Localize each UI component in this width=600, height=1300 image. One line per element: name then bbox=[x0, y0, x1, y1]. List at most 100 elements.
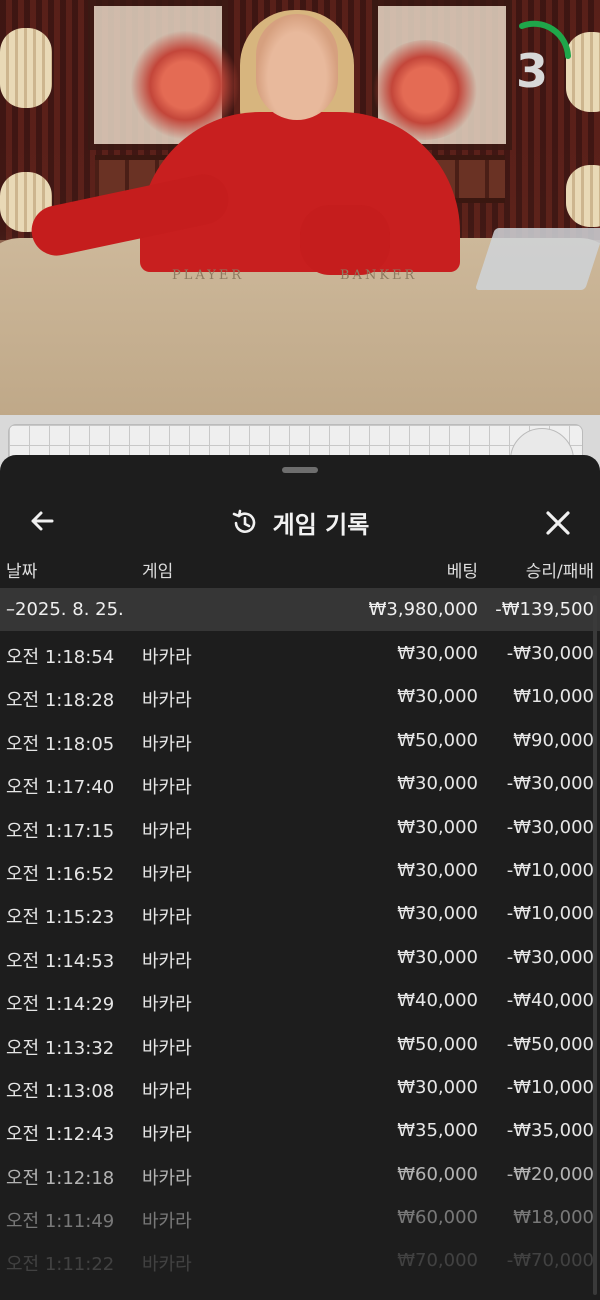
row-game: 바카라 bbox=[142, 863, 192, 885]
row-game: 바카라 bbox=[142, 820, 192, 842]
row-time: 오전 1:13:08 bbox=[6, 1080, 115, 1102]
column-headers: 날짜 게임 베팅 승리/패배 bbox=[0, 551, 600, 587]
row-bet: ₩30,000 bbox=[397, 773, 478, 795]
row-time: 오전 1:11:22 bbox=[6, 1254, 115, 1276]
row-result: -₩10,000 bbox=[506, 903, 594, 925]
row-time: 오전 1:11:49 bbox=[6, 1211, 115, 1233]
row-game: 바카라 bbox=[142, 1167, 192, 1189]
group-total-bet: ₩3,980,000 bbox=[368, 599, 478, 620]
column-header-game: 게임 bbox=[142, 562, 174, 582]
row-result: -₩70,000 bbox=[506, 1250, 594, 1272]
history-icon bbox=[232, 509, 255, 533]
row-game: 바카라 bbox=[142, 1037, 192, 1059]
history-row[interactable]: 오전 1:14:29 바카라 ₩40,000 -₩40,000 bbox=[0, 978, 600, 1021]
lantern bbox=[566, 165, 600, 227]
row-game: 바카라 bbox=[142, 690, 192, 712]
row-time: 오전 1:14:29 bbox=[6, 994, 115, 1016]
row-bet: ₩70,000 bbox=[397, 1250, 478, 1272]
table-label-player: PLAYER bbox=[172, 268, 245, 283]
row-result: -₩10,000 bbox=[506, 1076, 594, 1098]
row-time: 오전 1:18:05 bbox=[6, 733, 115, 755]
history-row[interactable]: 오전 1:18:05 바카라 ₩50,000 ₩90,000 bbox=[0, 718, 600, 761]
history-row[interactable]: 오전 1:16:52 바카라 ₩30,000 -₩10,000 bbox=[0, 848, 600, 891]
row-result: ₩10,000 bbox=[513, 686, 594, 708]
countdown-timer: 3 bbox=[515, 44, 548, 98]
row-time: 오전 1:12:43 bbox=[6, 1124, 115, 1146]
row-bet: ₩30,000 bbox=[397, 859, 478, 881]
history-row[interactable]: 오전 1:11:49 바카라 ₩60,000 ₩18,000 bbox=[0, 1195, 600, 1238]
row-bet: ₩30,000 bbox=[397, 1076, 478, 1098]
row-result: ₩18,000 bbox=[513, 1207, 594, 1229]
row-game: 바카라 bbox=[142, 907, 192, 929]
history-row[interactable]: 오전 1:12:43 바카라 ₩35,000 -₩35,000 bbox=[0, 1108, 600, 1151]
row-time: 오전 1:18:28 bbox=[6, 690, 115, 712]
history-row[interactable]: 오전 1:12:18 바카라 ₩60,000 -₩20,000 bbox=[0, 1152, 600, 1195]
row-game: 바카라 bbox=[142, 1254, 192, 1276]
row-bet: ₩35,000 bbox=[397, 1120, 478, 1142]
drag-handle[interactable] bbox=[282, 467, 318, 473]
row-bet: ₩30,000 bbox=[397, 946, 478, 968]
group-date: –2025. 8. 25. bbox=[6, 599, 124, 620]
row-game: 바카라 bbox=[142, 733, 192, 755]
lantern bbox=[0, 28, 52, 108]
row-bet: ₩50,000 bbox=[397, 1033, 478, 1055]
row-game: 바카라 bbox=[142, 1124, 192, 1146]
row-result: -₩50,000 bbox=[506, 1033, 594, 1055]
row-bet: ₩30,000 bbox=[397, 816, 478, 838]
row-time: 오전 1:18:54 bbox=[6, 647, 115, 668]
row-game: 바카라 bbox=[142, 950, 192, 972]
row-result: ₩90,000 bbox=[513, 729, 594, 751]
group-total-result: -₩139,500 bbox=[495, 599, 594, 620]
row-game: 바카라 bbox=[142, 994, 192, 1016]
title-group: 게임 기록 bbox=[0, 505, 600, 540]
row-time: 오전 1:13:32 bbox=[6, 1037, 115, 1059]
column-header-bet: 베팅 bbox=[446, 562, 478, 582]
row-bet: ₩40,000 bbox=[397, 990, 478, 1012]
date-group-row[interactable]: –2025. 8. 25. ₩3,980,000 -₩139,500 bbox=[0, 588, 600, 631]
row-bet: ₩30,000 bbox=[397, 686, 478, 708]
column-header-date: 날짜 bbox=[6, 562, 38, 582]
page-title: 게임 기록 bbox=[272, 511, 370, 539]
card-shoe bbox=[474, 228, 600, 290]
history-list: 오전 1:18:54 바카라 ₩30,000 -₩30,000 오전 1:18:… bbox=[0, 631, 600, 1282]
row-bet: ₩60,000 bbox=[397, 1163, 478, 1185]
row-result: -₩40,000 bbox=[506, 990, 594, 1012]
close-icon bbox=[546, 511, 570, 535]
row-time: 오전 1:12:18 bbox=[6, 1167, 115, 1189]
history-row[interactable]: 오전 1:13:32 바카라 ₩50,000 -₩50,000 bbox=[0, 1022, 600, 1065]
row-game: 바카라 bbox=[142, 647, 192, 668]
dealer-arm bbox=[300, 205, 390, 275]
row-result: -₩10,000 bbox=[506, 859, 594, 881]
scrollbar[interactable] bbox=[593, 595, 597, 1295]
history-row[interactable]: 오전 1:18:28 바카라 ₩30,000 ₩10,000 bbox=[0, 674, 600, 717]
row-time: 오전 1:14:53 bbox=[6, 950, 115, 972]
row-time: 오전 1:17:15 bbox=[6, 820, 115, 842]
row-game: 바카라 bbox=[142, 1080, 192, 1102]
row-result: -₩30,000 bbox=[506, 946, 594, 968]
row-result: -₩20,000 bbox=[506, 1163, 594, 1185]
row-game: 바카라 bbox=[142, 1211, 192, 1233]
game-history-sheet: 게임 기록 날짜 게임 베팅 승리/패배 –2025. 8. 25. ₩3,98… bbox=[0, 455, 600, 1300]
history-row[interactable]: 오전 1:17:40 바카라 ₩30,000 -₩30,000 bbox=[0, 761, 600, 804]
history-row[interactable]: 오전 1:15:23 바카라 ₩30,000 -₩10,000 bbox=[0, 891, 600, 934]
row-game: 바카라 bbox=[142, 777, 192, 799]
close-button[interactable] bbox=[538, 503, 578, 543]
row-bet: ₩30,000 bbox=[397, 643, 478, 664]
row-time: 오전 1:15:23 bbox=[6, 907, 115, 929]
column-header-result: 승리/패배 bbox=[525, 562, 594, 582]
row-result: -₩35,000 bbox=[506, 1120, 594, 1142]
history-row[interactable]: 오전 1:13:08 바카라 ₩30,000 -₩10,000 bbox=[0, 1065, 600, 1108]
history-row[interactable]: 오전 1:17:15 바카라 ₩30,000 -₩30,000 bbox=[0, 805, 600, 848]
dealer-face bbox=[256, 14, 338, 120]
live-video-stream: PLAYER BANKER 3 bbox=[0, 0, 600, 415]
table-label-banker: BANKER bbox=[340, 268, 418, 283]
row-result: -₩30,000 bbox=[506, 816, 594, 838]
row-bet: ₩50,000 bbox=[397, 729, 478, 751]
history-row[interactable]: 오전 1:18:54 바카라 ₩30,000 -₩30,000 bbox=[0, 631, 600, 674]
history-row[interactable]: 오전 1:14:53 바카라 ₩30,000 -₩30,000 bbox=[0, 935, 600, 978]
row-bet: ₩30,000 bbox=[397, 903, 478, 925]
row-time: 오전 1:16:52 bbox=[6, 863, 115, 885]
row-result: -₩30,000 bbox=[506, 773, 594, 795]
row-result: -₩30,000 bbox=[506, 643, 594, 664]
history-row[interactable]: 오전 1:11:22 바카라 ₩70,000 -₩70,000 bbox=[0, 1238, 600, 1281]
